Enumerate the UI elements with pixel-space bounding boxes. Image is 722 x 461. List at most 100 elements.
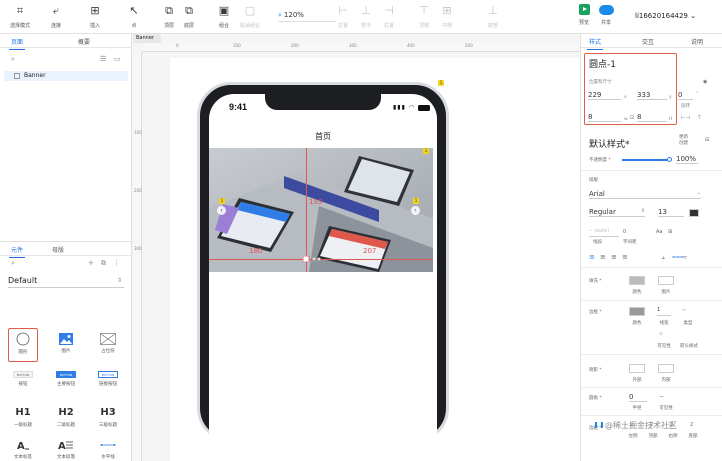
canvas[interactable]: Banner 0 100 200 300 400 500 100 200 300… [133,34,580,461]
align-bottom-button[interactable]: ⊥ 底部 [475,4,511,29]
canvas-tab[interactable]: Banner [133,34,161,43]
widget-h3[interactable]: H3 三级标题 [90,407,126,428]
banner-image[interactable]: 193 180 207 ‹ › 1 1 1 [209,148,433,272]
widget-image[interactable]: 图片 [48,332,84,354]
banner-next-arrow[interactable]: › [411,206,420,215]
ungroup-button[interactable]: ▢ 取消组合 [232,4,268,29]
letter-spacing-field[interactable]: 0 [623,229,626,235]
widget-link-button[interactable]: BUTTON 链接按钮 [90,371,126,387]
align-middle-button[interactable]: ⊞ 中部 [429,4,465,29]
rotation-field[interactable]: 0 [678,91,693,100]
fit-height-icon[interactable]: ⊤ [697,115,701,121]
font-color-swatch[interactable] [689,209,699,217]
svg-text:A: A [17,441,25,451]
widget-primary-button[interactable]: BUTTON 主要按钮 [48,371,84,387]
widget-text-label[interactable]: A 文本标签 [5,439,41,460]
note-marker[interactable]: 1 [413,198,419,204]
tab-widgets[interactable]: 元件 [8,245,26,258]
font-family-select[interactable]: Arial ⌄ [589,190,701,199]
h1-icon: H1 [15,407,31,418]
add-page-icon[interactable]: ☰ [100,55,106,63]
widget-h1[interactable]: H1 一级标题 [5,407,41,428]
radius-field[interactable]: 0 [629,393,647,402]
tab-outline[interactable]: 概要 [78,37,90,46]
radius-corner-icon[interactable]: ⌐ [660,394,664,400]
height-field[interactable]: 8 [637,113,667,122]
tab-pages[interactable]: 页面 [8,37,26,50]
widget-h2[interactable]: H2 二级标题 [48,407,84,428]
width-field[interactable]: 8 [588,113,621,122]
bottom-layer-button[interactable]: ⧉ 底层 [171,4,207,29]
user-menu[interactable]: li16620164429 ⌄ [635,12,696,20]
align-right-icon: ⊣ [384,4,394,17]
widget-button[interactable]: BUTTON 按钮 [5,371,41,387]
library-menu-icon[interactable]: ⧉ [101,259,106,268]
tab-notes[interactable]: 说明 [691,37,703,46]
more-icon[interactable]: ⋮ [113,259,120,267]
visibility-icon[interactable]: ⊹ [659,331,663,337]
fill-image-swatch[interactable] [658,276,674,285]
search-icon[interactable]: ⌕ [11,259,15,268]
widget-circle[interactable]: 圆形 [5,332,41,355]
connect-button[interactable]: ⤶ 连接 [38,4,74,29]
align-center-text-icon[interactable]: ≡ [600,253,606,261]
note-marker[interactable]: 1 [423,148,429,154]
library-select[interactable]: Default ⇕ [8,275,124,288]
align-left-text-icon[interactable]: ≡ [589,253,595,261]
folder-icon[interactable]: ▭ [114,55,121,63]
circle-icon [16,332,30,346]
tab-style[interactable]: 样式 [586,37,604,50]
line-height-field[interactable]: -- (auto) [589,228,619,237]
tab-masters[interactable]: 母版 [52,245,64,254]
x-field[interactable]: 229 [588,91,621,100]
padding-bottom-field[interactable]: 2 [690,422,693,428]
page-item-banner[interactable]: Banner [4,71,128,81]
fit-width-icon[interactable]: ⊢⊣ [681,115,690,121]
tab-interaction[interactable]: 交互 [642,37,654,46]
shadow-outer-swatch[interactable] [629,364,645,373]
shadow-inner-swatch[interactable] [658,364,674,373]
divider [581,300,722,301]
text-decoration-icon[interactable]: Aa [656,229,662,235]
valign-bottom-icon[interactable]: ⫟ [683,253,687,262]
opacity-field[interactable]: 100% [676,155,698,164]
search-icon[interactable]: ⌕ [11,55,15,64]
lock-ratio-icon[interactable]: ⊡ [630,115,634,121]
opacity-slider[interactable] [622,159,669,161]
divider [581,170,722,171]
y-field[interactable]: 333 [637,91,667,100]
font-weight-select[interactable]: Regular ⇕ [589,208,645,217]
add-library-icon[interactable]: + [88,259,94,267]
banner-prev-arrow[interactable]: ‹ [217,206,226,215]
pagination-dots[interactable] [303,256,323,262]
share-button[interactable]: 共享 [588,4,624,26]
group-icon: ▣ [218,4,230,17]
update-style-button[interactable]: 更新 创建 [679,134,693,146]
style-title[interactable]: 默认样式* [589,137,630,150]
text-style-icon[interactable]: ⊞ [668,229,672,235]
design-page[interactable]: 1 9:41 ▮▮▮ ◠ 首页 193 180 207 ‹ › 1 1 1 [170,58,580,461]
style-menu-icon[interactable]: ⊟ [705,137,709,143]
widget-text-paragraph[interactable]: A 文本段落 [48,439,84,460]
widget-horizontal-line[interactable]: 水平线 [90,439,126,460]
border-color-swatch[interactable] [629,307,645,316]
select-mode-button[interactable]: ⌗ 选择模式 [2,4,38,29]
widget-placeholder[interactable]: 占位符 [90,332,126,354]
valign-top-icon[interactable]: ⫠ [661,253,665,262]
justify-text-icon[interactable]: ≡ [622,253,628,261]
fill-color-swatch[interactable] [629,276,645,285]
note-marker[interactable]: 1 [219,198,225,204]
align-right-button[interactable]: ⊣ 右置 [371,4,407,29]
point-button[interactable]: ↖ 点 [116,4,152,29]
font-size-field[interactable]: 13 [658,208,684,217]
align-right-text-icon[interactable]: ≡ [611,253,617,261]
note-marker[interactable]: 1 [438,80,444,86]
eye-icon[interactable]: ◉ [703,79,707,85]
insert-button[interactable]: ⊞ 插入 [77,4,113,29]
border-width-field[interactable]: 1 [657,307,671,316]
opacity-slider-knob[interactable] [667,157,672,162]
status-time: 9:41 [229,102,248,112]
border-type-icon[interactable]: ┄ [682,307,686,314]
element-name[interactable]: 圆点-1 [589,57,616,70]
signal-icon: ▮▮▮ [393,104,406,111]
